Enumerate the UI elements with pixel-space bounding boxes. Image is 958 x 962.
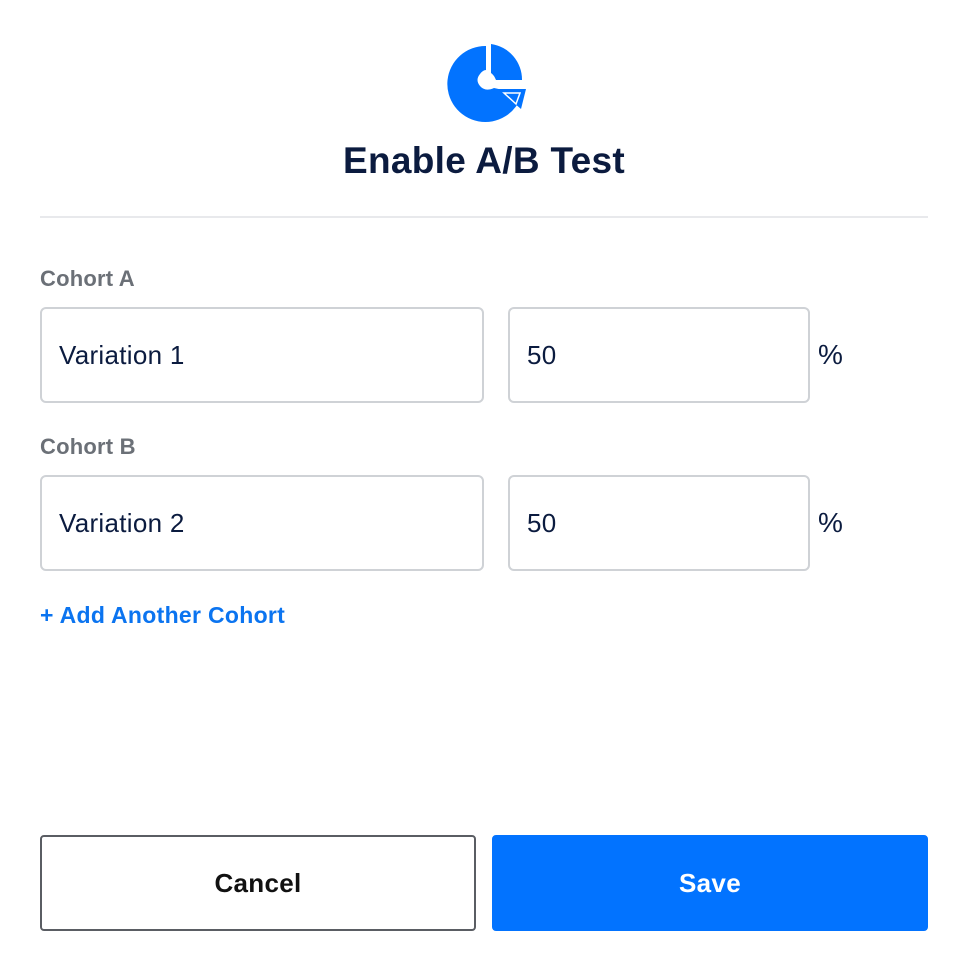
ab-test-pie-chart-icon (442, 42, 526, 124)
add-another-cohort-link[interactable]: + Add Another Cohort (40, 600, 285, 630)
cohort-b-label: Cohort B (40, 434, 136, 459)
cohort-b-percent-symbol: % (818, 507, 843, 538)
header-divider (40, 216, 928, 218)
enable-ab-test-dialog: Enable A/B Test Cohort A Variation 1 50 … (0, 0, 958, 962)
cohort-a-label: Cohort A (40, 266, 135, 291)
dialog-title: Enable A/B Test (342, 140, 626, 181)
cohort-a-percent-symbol: % (818, 339, 843, 370)
cohort-b-percent-input[interactable]: 50 (508, 475, 810, 571)
cohort-b-name-input[interactable]: Variation 2 (40, 475, 484, 571)
cohort-a-percent-input[interactable]: 50 (508, 307, 810, 403)
cohort-a-name-input[interactable]: Variation 1 (40, 307, 484, 403)
save-button[interactable]: Save (492, 835, 928, 931)
cancel-button[interactable]: Cancel (40, 835, 476, 931)
